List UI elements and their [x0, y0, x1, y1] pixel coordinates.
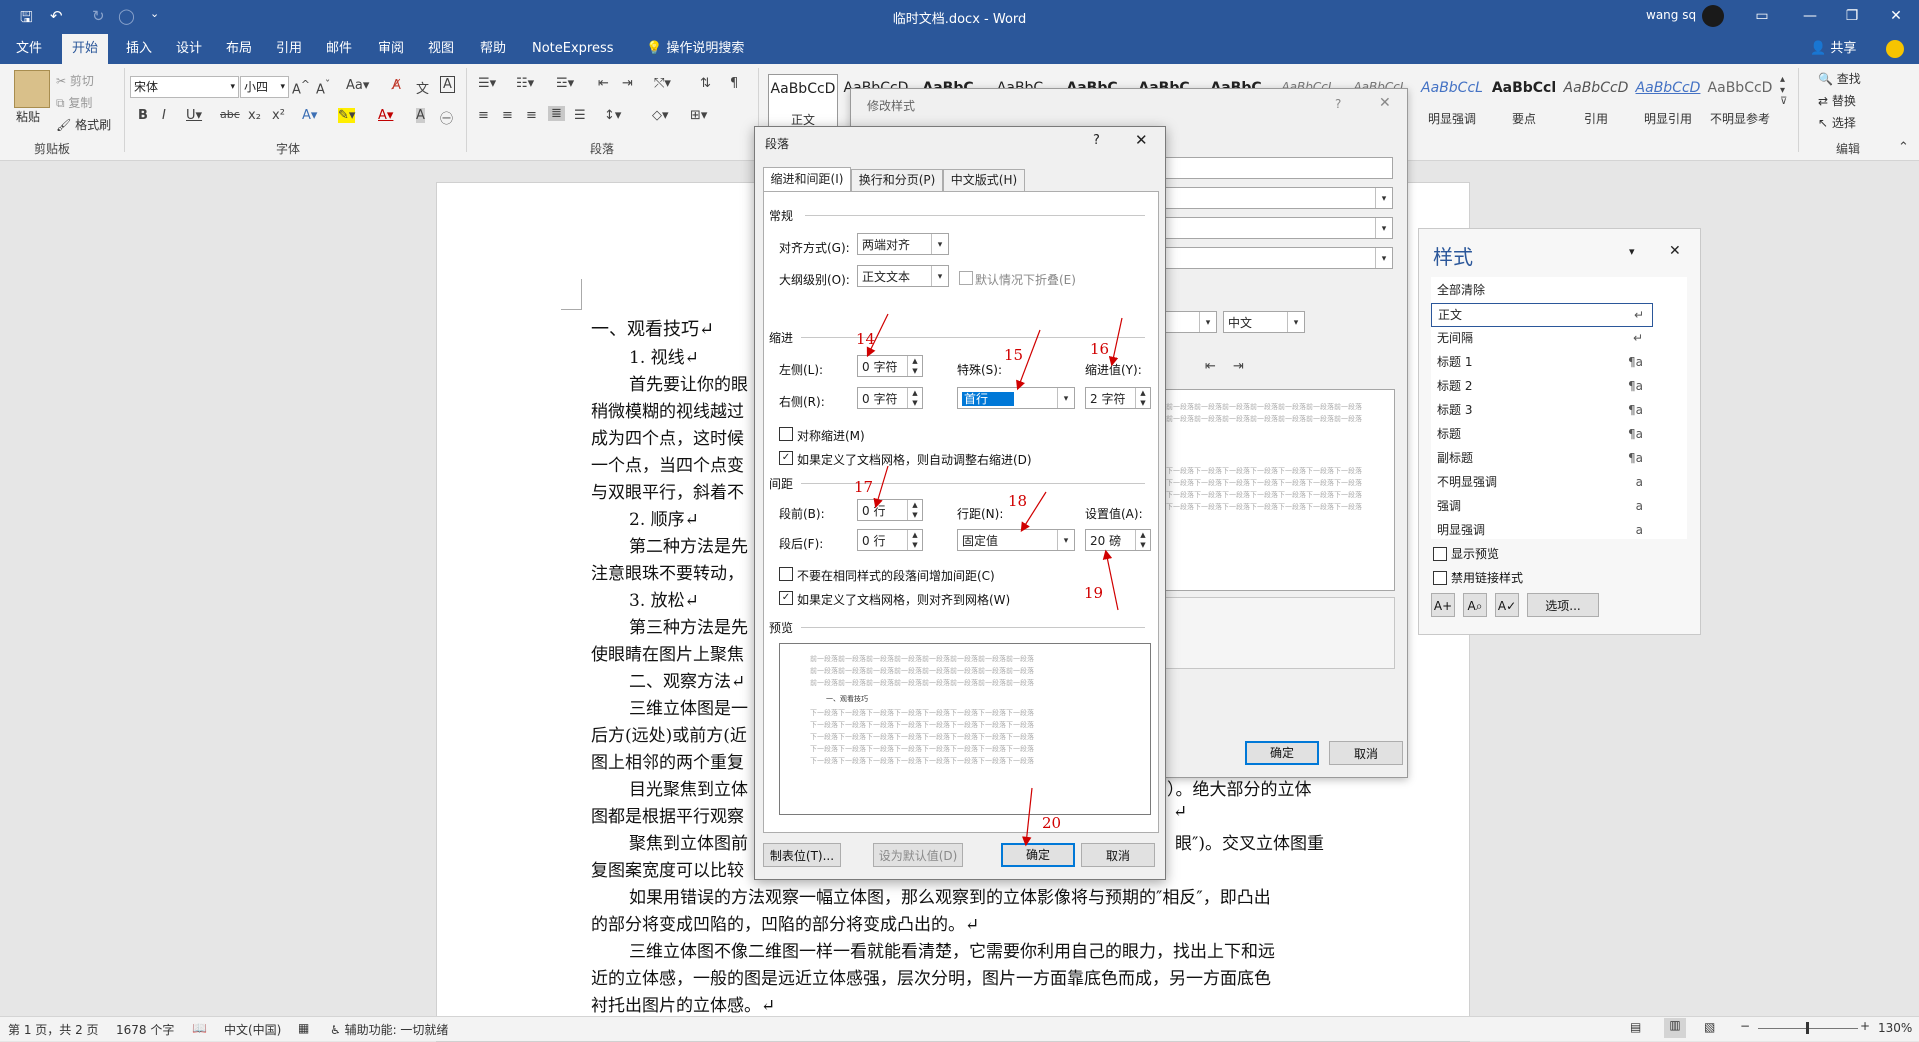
language-status[interactable]: 中文(中国): [224, 1021, 281, 1038]
web-layout-icon[interactable]: ▧: [1704, 1020, 1715, 1034]
status-bar: 第 1 页，共 2 页 1678 个字 📖 中文(中国) ▦ ♿ 辅助功能: 一…: [0, 1016, 1919, 1041]
annotation-label: 16: [1090, 340, 1110, 358]
read-mode-icon[interactable]: ▤: [1630, 1020, 1641, 1034]
annotation-label: 18: [1008, 492, 1028, 510]
zoom-out-icon[interactable]: −: [1740, 1019, 1750, 1033]
arrow-20: [1021, 787, 1033, 847]
arrow-16: [1108, 317, 1123, 367]
accessibility-status[interactable]: ♿ 辅助功能: 一切就绪: [330, 1021, 448, 1038]
proofing-icon[interactable]: 📖: [192, 1021, 207, 1035]
annotation-label: 15: [1004, 346, 1024, 364]
arrow-19: [1102, 549, 1119, 611]
word-count[interactable]: 1678 个字: [116, 1021, 174, 1038]
annotation-label: 17: [854, 478, 874, 496]
annotation-arrows: [866, 313, 1123, 847]
arrow-17: [873, 465, 889, 509]
page-count[interactable]: 第 1 页，共 2 页: [8, 1021, 99, 1038]
zoom-slider-thumb[interactable]: [1806, 1022, 1809, 1034]
print-layout-icon[interactable]: ▥: [1664, 1018, 1686, 1038]
zoom-level[interactable]: 130%: [1878, 1021, 1912, 1035]
macro-icon[interactable]: ▦: [298, 1021, 309, 1035]
annotation-label: 14: [856, 330, 876, 348]
annotation-label: 20: [1042, 814, 1062, 832]
zoom-in-icon[interactable]: +: [1860, 1019, 1870, 1033]
annotation-label: 19: [1084, 584, 1104, 602]
